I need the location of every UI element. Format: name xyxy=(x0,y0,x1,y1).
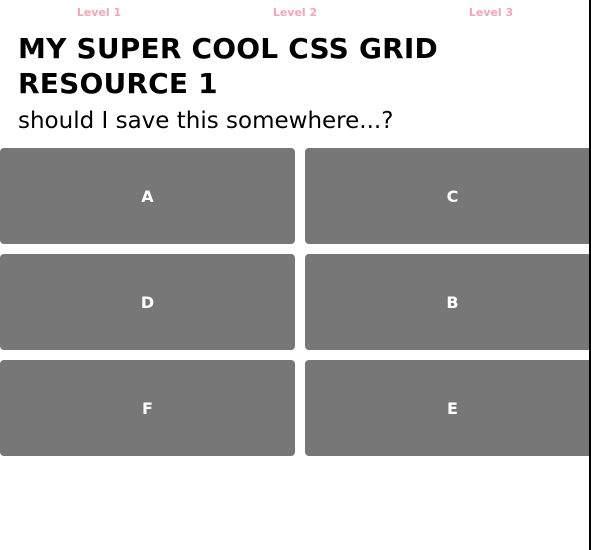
grid-item-e: E xyxy=(305,360,591,456)
level-2-link[interactable]: Level 2 xyxy=(273,6,317,19)
css-grid-container: A C D B F E xyxy=(0,148,591,456)
grid-item-label: C xyxy=(446,186,459,206)
page-subtitle: should I save this somewhere...? xyxy=(18,108,394,134)
grid-item-b: B xyxy=(305,254,591,350)
grid-item-f: F xyxy=(0,360,295,456)
grid-item-a: A xyxy=(0,148,295,244)
grid-item-label: B xyxy=(446,292,459,312)
level-1-link[interactable]: Level 1 xyxy=(77,6,121,19)
grid-item-label: E xyxy=(447,398,458,418)
grid-item-c: C xyxy=(305,148,591,244)
grid-item-label: A xyxy=(141,186,154,206)
grid-item-label: D xyxy=(140,292,155,312)
grid-item-d: D xyxy=(0,254,295,350)
level-3-link[interactable]: Level 3 xyxy=(469,6,513,19)
page-title: MY SUPER COOL CSS GRID RESOURCE 1 xyxy=(18,32,438,100)
level-navigation: Level 1 Level 2 Level 3 xyxy=(0,0,591,26)
grid-item-label: F xyxy=(142,398,153,418)
